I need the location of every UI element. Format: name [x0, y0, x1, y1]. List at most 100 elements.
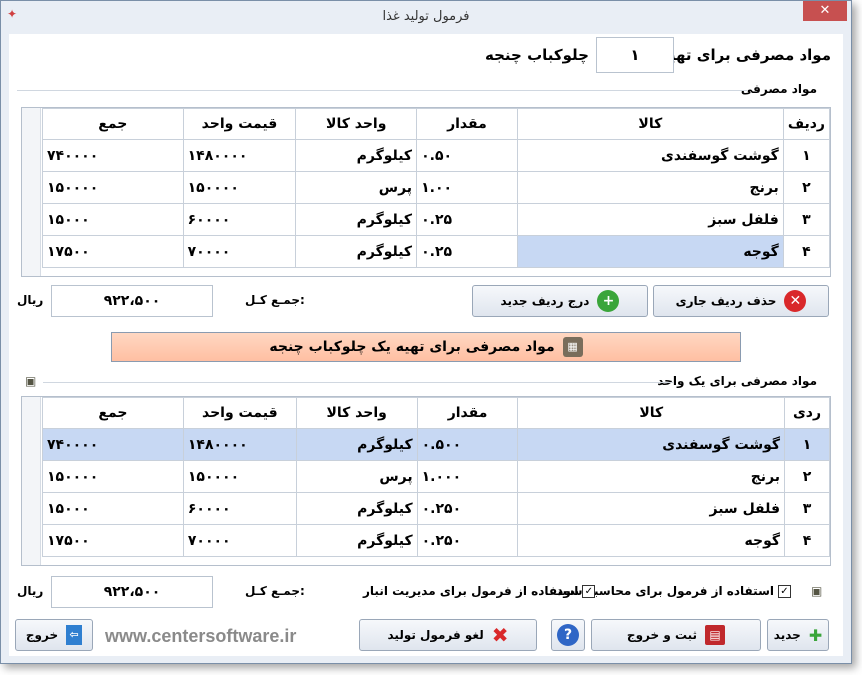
cell-item[interactable]: گوشت گوسفندی	[516, 139, 784, 172]
cell-qty[interactable]: ۰.۲۵۰	[416, 524, 519, 557]
cell-total: ۷۴۰۰۰۰	[42, 428, 184, 461]
cell-index: ۱	[784, 428, 830, 461]
materials-scrollbar[interactable]	[22, 108, 41, 276]
cell-price: ۱۴۸۰۰۰۰	[182, 139, 297, 172]
new-doc-icon: ✚	[808, 625, 823, 645]
cell-item[interactable]: فلفل سبز	[516, 203, 784, 236]
save-exit-label: ثبت و خروج	[626, 628, 698, 642]
total-label-1: جمـع کـل:	[245, 293, 305, 307]
cell-total: ۱۷۵۰۰	[42, 524, 184, 557]
close-button[interactable]: ✕	[803, 1, 847, 21]
cell-index: ۱	[782, 139, 830, 172]
banner-text: مواد مصرفی برای تهیه یک چلوکباب چنجه	[269, 339, 555, 355]
cell-unit: کیلوگرم	[295, 492, 418, 525]
table-row[interactable]: ۲ برنج ۱.۰۰۰ پرس ۱۵۰۰۰۰ ۱۵۰۰۰۰	[42, 460, 830, 493]
col-header-total: جمع	[42, 108, 184, 140]
cell-unit: کیلوگرم	[295, 139, 418, 172]
cell-price: ۷۰۰۰۰	[182, 235, 297, 268]
total-field-2: ۹۲۲،۵۰۰	[51, 576, 213, 608]
header-label: مواد مصرفی برای تهیه	[660, 46, 831, 64]
cell-item[interactable]: فلفل سبز	[517, 492, 786, 525]
cell-item[interactable]: برنج	[516, 171, 784, 204]
table-row[interactable]: ۱ گوشت گوسفندی ۰.۵۰۰ کیلوگرم ۱۴۸۰۰۰۰ ۷۴۰…	[42, 428, 830, 461]
save-exit-button[interactable]: ثبت و خروج ▤	[591, 619, 761, 651]
cell-unit: کیلوگرم	[295, 203, 418, 236]
cell-total: ۱۷۵۰۰	[42, 235, 184, 268]
table-row[interactable]: ۳ فلفل سبز ۰.۲۵۰ کیلوگرم ۶۰۰۰۰ ۱۵۰۰۰	[42, 492, 830, 525]
cancel-formula-button[interactable]: لغو فرمول تولید ✖	[359, 619, 537, 651]
materials-grid[interactable]: ردیف کالا مقدار واحد کالا قیمت واحد جمع …	[21, 107, 831, 277]
cell-index: ۴	[784, 524, 830, 557]
table-row[interactable]: ۲ برنج ۱.۰۰ پرس ۱۵۰۰۰۰ ۱۵۰۰۰۰	[42, 171, 830, 204]
delete-row-label: حذف ردیف جاری	[675, 294, 777, 308]
cell-total: ۱۵۰۰۰	[42, 492, 184, 525]
cell-item[interactable]: برنج	[517, 460, 786, 493]
col-header-price: قیمت واحد	[182, 397, 297, 429]
cell-unit: پرس	[295, 460, 418, 493]
cell-price: ۶۰۰۰۰	[182, 203, 297, 236]
cell-qty[interactable]: ۰.۵۰۰	[416, 428, 519, 461]
window-title: فرمول تولید غذا	[382, 9, 470, 24]
cancel-icon: ✖	[491, 623, 509, 647]
unit-materials-grid[interactable]: ردی کالا مقدار واحد کالا قیمت واحد جمع ۱…	[21, 396, 831, 566]
total-field-1: ۹۲۲،۵۰۰	[51, 285, 213, 317]
cell-item[interactable]: گوشت گوسفندی	[517, 428, 786, 461]
cell-qty[interactable]: ۱.۰۰	[416, 171, 518, 204]
cell-qty[interactable]: ۰.۲۵۰	[416, 492, 519, 525]
save-icon-small: ▣	[25, 374, 37, 388]
new-label: جدید	[773, 628, 801, 642]
col-header-qty: مقدار	[416, 397, 519, 429]
col-header-unit: واحد کالا	[295, 108, 418, 140]
new-button[interactable]: جدید ✚	[767, 619, 829, 651]
save-icon-small-2: ▣	[811, 584, 823, 598]
table-row[interactable]: ۴ گوجه ۰.۲۵۰ کیلوگرم ۷۰۰۰۰ ۱۷۵۰۰	[42, 524, 830, 557]
cell-item[interactable]: گوجه	[517, 524, 786, 557]
cell-qty[interactable]: ۱.۰۰۰	[416, 460, 519, 493]
table-row[interactable]: ۱ گوشت گوسفندی ۰.۵۰ کیلوگرم ۱۴۸۰۰۰۰ ۷۴۰۰…	[42, 139, 830, 172]
section1-title: مواد مصرفی	[740, 82, 817, 96]
cell-price: ۶۰۰۰۰	[182, 492, 297, 525]
col-header-row: ردیف	[782, 108, 830, 140]
cell-index: ۲	[782, 171, 830, 204]
cell-unit: کیلوگرم	[295, 428, 418, 461]
cell-index: ۲	[784, 460, 830, 493]
exit-label: خروج	[25, 628, 59, 642]
inventory-option-label: استفاده از فرمول برای مدیریت انبار	[363, 584, 579, 598]
cell-qty[interactable]: ۰.۲۵	[416, 235, 518, 268]
cancel-formula-label: لغو فرمول تولید	[387, 628, 484, 642]
save-icon: ▤	[705, 625, 726, 645]
cell-index: ۳	[782, 203, 830, 236]
section1-divider	[17, 90, 747, 91]
cell-item-selected[interactable]: گوجه	[516, 235, 784, 268]
col-header-total: جمع	[42, 397, 184, 429]
cell-qty[interactable]: ۰.۲۵	[416, 203, 518, 236]
cell-unit: پرس	[295, 171, 418, 204]
table-row[interactable]: ۳ فلفل سبز ۰.۲۵ کیلوگرم ۶۰۰۰۰ ۱۵۰۰۰	[42, 203, 830, 236]
exit-button[interactable]: خروج ⇦	[15, 619, 93, 651]
profit-checkbox[interactable]: ✓	[778, 584, 791, 598]
cell-total: ۱۵۰۰۰	[42, 203, 184, 236]
inventory-option[interactable]: استفاده از فرمول برای مدیریت انبار ✓	[363, 584, 596, 598]
watermark-text: www.centersoftware.ir	[105, 626, 297, 646]
cell-price: ۱۵۰۰۰۰	[182, 171, 297, 204]
col-header-item: کالا	[516, 108, 784, 140]
inventory-checkbox[interactable]: ✓	[582, 584, 596, 598]
calculator-icon: ▦	[562, 337, 583, 357]
cell-index: ۳	[784, 492, 830, 525]
delete-row-button[interactable]: حذف ردیف جاری ✕	[653, 285, 829, 317]
cell-total: ۱۵۰۰۰۰	[42, 460, 184, 493]
table-row[interactable]: ۴ گوجه ۰.۲۵ کیلوگرم ۷۰۰۰۰ ۱۷۵۰۰	[42, 235, 830, 268]
main-window: ✦ فرمول تولید غذا ✕ مواد مصرفی برای تهیه…	[0, 0, 852, 664]
unit-materials-scrollbar[interactable]	[22, 397, 41, 565]
quantity-field[interactable]: ۱	[596, 37, 674, 73]
cell-total: ۱۵۰۰۰۰	[42, 171, 184, 204]
currency-label-1: ریال	[17, 293, 44, 307]
cell-qty[interactable]: ۰.۵۰	[416, 139, 518, 172]
section2-title: مواد مصرفی برای یک واحد	[657, 374, 817, 388]
help-icon: ?	[557, 624, 579, 646]
product-name: چلوکباب چنجه	[485, 46, 589, 64]
total-label-2: جمـع کـل:	[245, 584, 305, 598]
insert-row-button[interactable]: درج ردیف جدید +	[472, 285, 648, 317]
col-header-qty: مقدار	[416, 108, 518, 140]
help-button[interactable]: ?	[551, 619, 585, 651]
